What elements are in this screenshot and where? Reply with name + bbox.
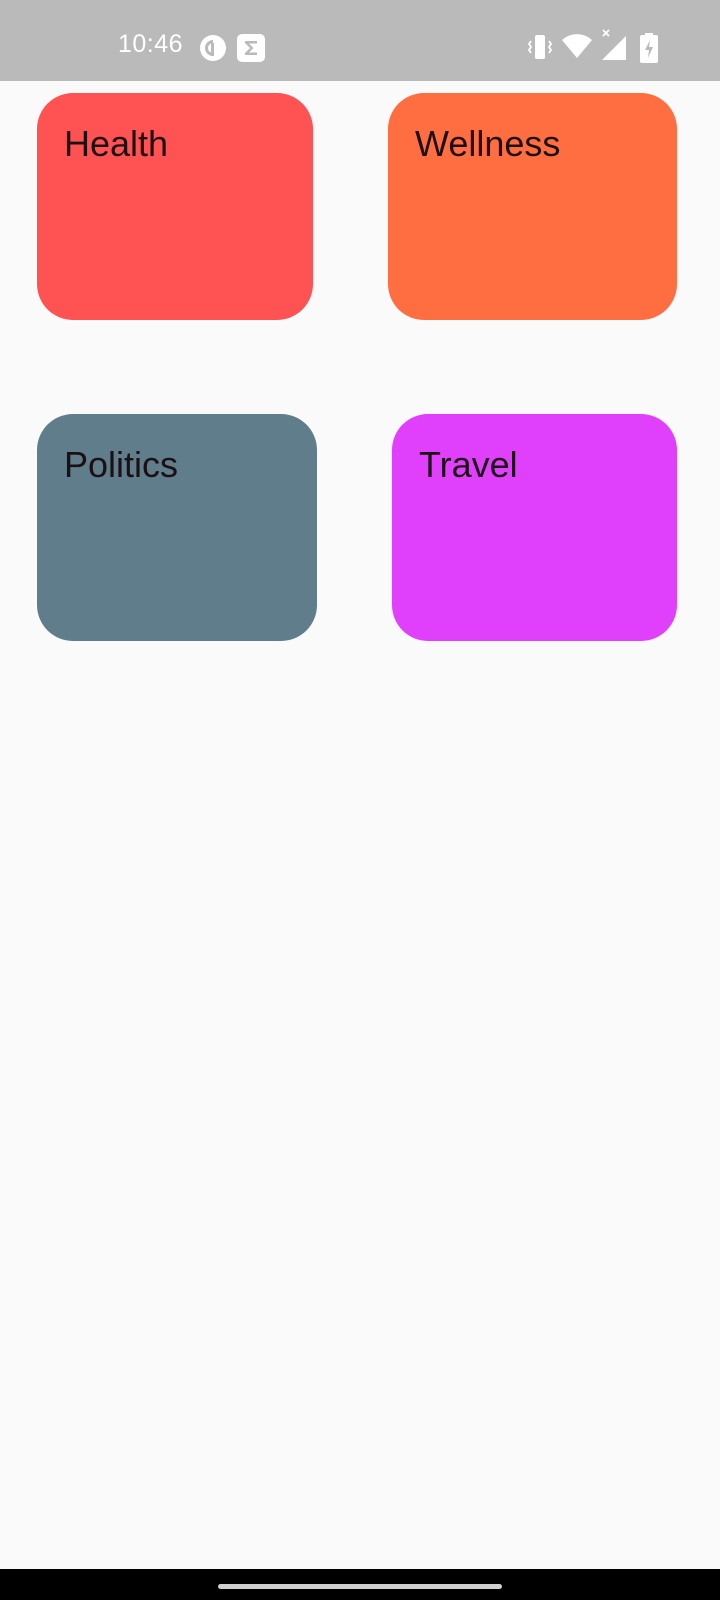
category-label: Politics [64,444,179,485]
vibrate-icon [527,35,553,59]
category-grid: Health Wellness Politics Travel [0,81,720,1569]
battery-charging-icon [640,33,658,63]
sigma-app-icon [237,34,265,62]
status-bar: 10:46 [0,0,720,81]
status-time: 10:46 [118,30,184,58]
category-tile-wellness[interactable]: Wellness [388,93,677,320]
home-gesture-handle[interactable] [218,1584,502,1589]
wifi-icon [562,34,592,58]
category-tile-travel[interactable]: Travel [392,414,677,641]
category-tile-politics[interactable]: Politics [37,414,317,641]
category-label: Health [64,123,169,164]
cellular-signal-icon [602,29,626,60]
category-label: Travel [419,444,518,485]
category-tile-health[interactable]: Health [37,93,313,320]
category-label: Wellness [415,123,561,164]
navigation-bar [0,1569,720,1600]
pocket-casts-icon [200,35,226,61]
